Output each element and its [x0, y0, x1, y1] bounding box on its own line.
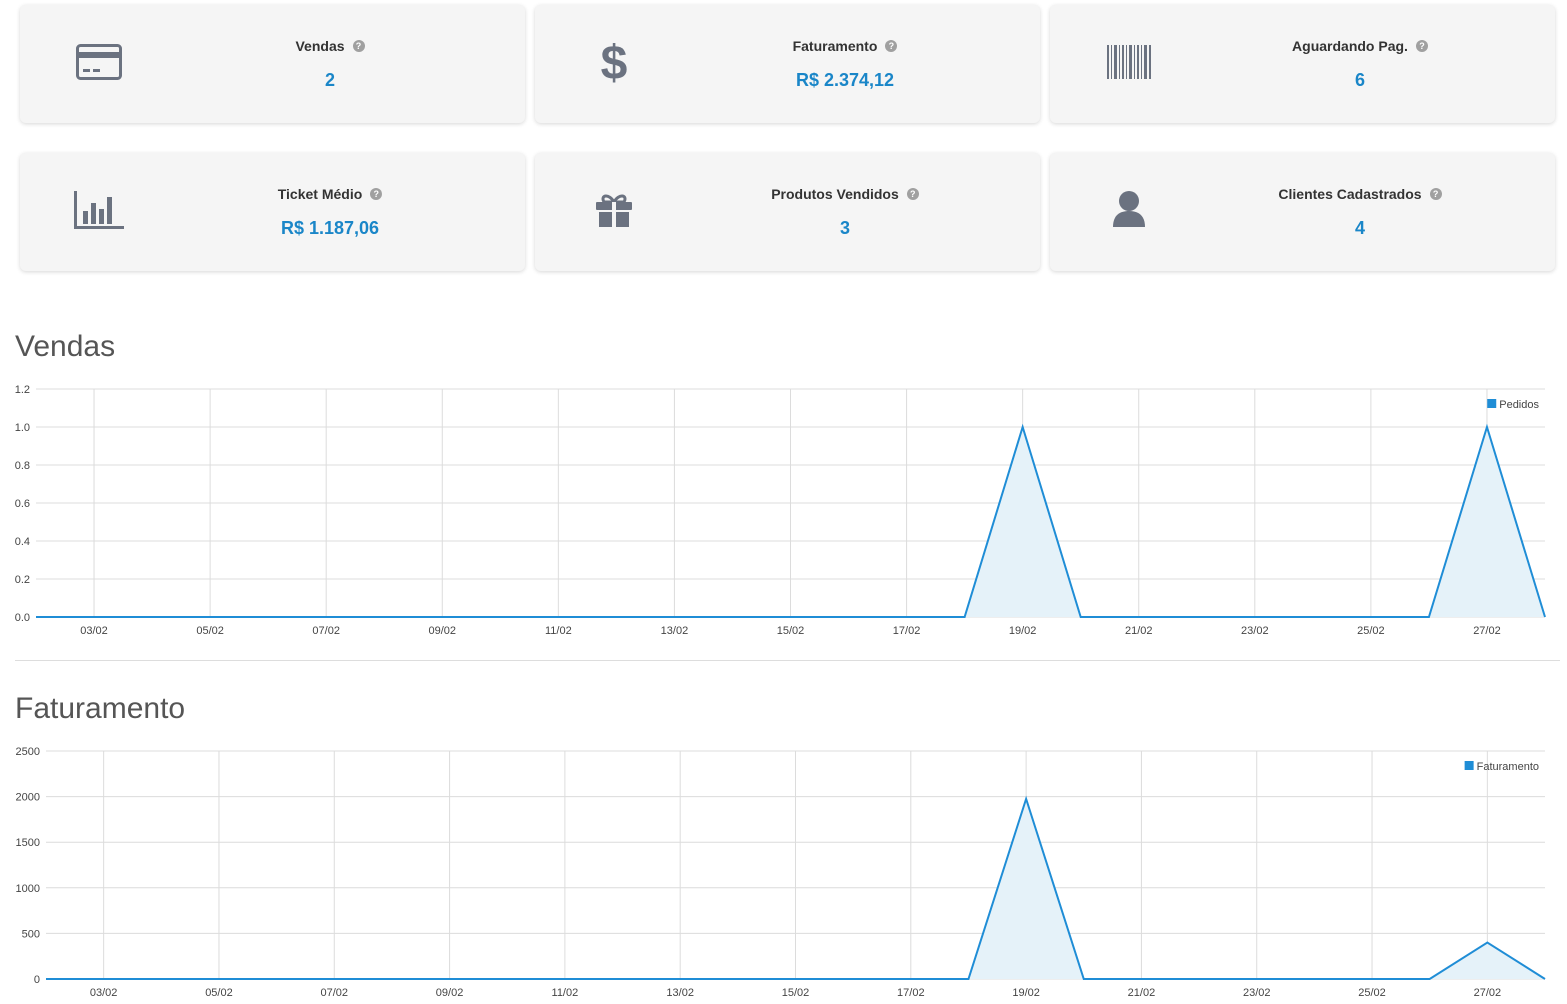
legend-label: Pedidos	[1499, 399, 1539, 411]
card-label: Aguardando Pag.	[1292, 38, 1408, 54]
card-ticket-medio: Ticket Médio? R$ 1.187,06	[20, 153, 525, 271]
card-label: Faturamento	[792, 38, 878, 54]
legend-swatch	[1487, 399, 1497, 408]
svg-text:$: $	[601, 39, 628, 85]
faturamento-section-title: Faturamento	[15, 692, 186, 725]
card-vendas: Vendas? 2	[20, 5, 525, 123]
x-tick-label: 05/02	[196, 625, 224, 637]
x-tick-label: 25/02	[1358, 987, 1386, 999]
x-tick-label: 27/02	[1474, 987, 1502, 999]
x-tick-label: 05/02	[205, 987, 233, 999]
x-tick-label: 07/02	[321, 987, 349, 999]
x-tick-label: 15/02	[782, 987, 810, 999]
help-icon[interactable]: ?	[352, 40, 365, 52]
x-tick-label: 09/02	[436, 987, 464, 999]
x-tick-label: 11/02	[545, 625, 572, 637]
x-tick-label: 17/02	[897, 987, 925, 999]
card-value: R$ 1.187,06	[280, 218, 380, 238]
card-value: 2	[324, 70, 335, 90]
x-tick-label: 07/02	[312, 625, 340, 637]
y-tick-label: 1000	[16, 883, 40, 895]
y-tick-label: 1.0	[15, 422, 30, 434]
help-icon[interactable]: ?	[906, 188, 919, 200]
help-icon[interactable]: ?	[1429, 188, 1442, 200]
y-tick-label: 2000	[16, 792, 40, 804]
x-tick-label: 11/02	[552, 987, 579, 999]
card-value: 3	[839, 218, 850, 238]
card-produtos-vendidos: Produtos Vendidos? 3	[535, 153, 1040, 271]
x-tick-label: 21/02	[1125, 625, 1153, 637]
x-tick-label: 13/02	[661, 625, 689, 637]
y-tick-label: 0.4	[15, 536, 30, 548]
section-divider	[15, 660, 1560, 661]
y-tick-label: 1500	[16, 837, 40, 849]
stat-cards-row-2: Ticket Médio? R$ 1.187,06 Produtos Vendi…	[20, 153, 1555, 271]
help-icon[interactable]: ?	[1415, 40, 1428, 52]
legend-swatch	[1464, 761, 1474, 770]
chart-legend: Faturamento	[1464, 761, 1539, 773]
card-label: Vendas	[295, 38, 345, 54]
x-tick-label: 09/02	[429, 625, 457, 637]
card-label: Produtos Vendidos	[771, 186, 899, 202]
x-tick-label: 21/02	[1128, 987, 1156, 999]
card-value: 6	[1354, 70, 1365, 90]
help-icon[interactable]: ?	[370, 188, 383, 200]
y-tick-label: 0.8	[15, 460, 30, 472]
x-tick-label: 03/02	[80, 625, 108, 637]
stat-cards: Vendas? 2 $ Faturamento? R$ 2.374,12 Agu…	[20, 5, 1555, 301]
card-value: R$ 2.374,12	[795, 70, 895, 90]
card-label: Clientes Cadastrados	[1278, 186, 1422, 202]
stat-cards-row-1: Vendas? 2 $ Faturamento? R$ 2.374,12 Agu…	[20, 5, 1555, 123]
x-tick-label: 19/02	[1009, 625, 1037, 637]
x-tick-label: 23/02	[1243, 987, 1271, 999]
y-tick-label: 500	[22, 928, 40, 940]
faturamento-chart: 0 500 1000 1500 2000 2500 03/02 05/02 07/02 09/02…	[16, 746, 1546, 999]
vendas-chart: 0.0 0.2 0.4 0.6 0.8 1.0 1.2 03/02 05/02 07/02 09/0…	[15, 384, 1546, 637]
x-tick-label: 13/02	[666, 987, 694, 999]
x-tick-label: 03/02	[90, 987, 118, 999]
x-tick-label: 23/02	[1241, 625, 1269, 637]
x-tick-label: 19/02	[1012, 987, 1040, 999]
chart-legend: Pedidos	[1487, 399, 1539, 411]
x-tick-label: 17/02	[893, 625, 921, 637]
x-tick-label: 27/02	[1473, 625, 1501, 637]
dollar-icon: $	[589, 37, 639, 87]
y-tick-label: 1.2	[15, 384, 30, 396]
x-tick-label: 25/02	[1357, 625, 1385, 637]
y-tick-label: 0	[34, 974, 40, 986]
x-tick-label: 15/02	[777, 625, 805, 637]
legend-label: Faturamento	[1477, 761, 1539, 773]
barcode-icon	[1104, 37, 1154, 87]
y-tick-label: 0.2	[15, 574, 30, 586]
card-clientes-cadastrados: Clientes Cadastrados? 4	[1050, 153, 1555, 271]
card-aguardando-pag: Aguardando Pag.? 6	[1050, 5, 1555, 123]
vendas-section-title: Vendas	[15, 330, 116, 363]
card-faturamento: $ Faturamento? R$ 2.374,12	[535, 5, 1040, 123]
help-icon[interactable]: ?	[885, 40, 898, 52]
bar-chart-icon	[74, 185, 124, 235]
y-tick-label: 0.0	[15, 612, 30, 624]
credit-card-icon	[74, 37, 124, 87]
y-tick-label: 0.6	[15, 498, 30, 510]
card-value: 4	[1354, 218, 1365, 238]
user-icon	[1104, 185, 1154, 235]
card-label: Ticket Médio	[277, 186, 363, 202]
gift-icon	[589, 185, 639, 235]
y-tick-label: 2500	[16, 746, 40, 758]
